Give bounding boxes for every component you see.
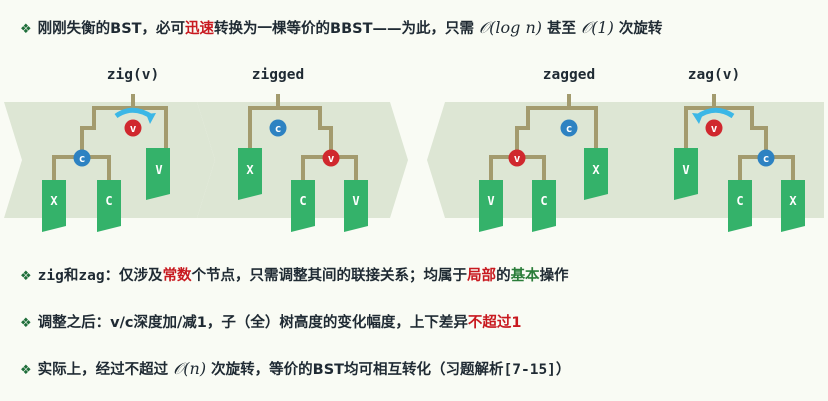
label-zag: zag(v) bbox=[687, 67, 741, 83]
diamond-bullet-icon: ❖ bbox=[20, 269, 32, 284]
rotation-diagram: V X C v c X C V c v X V C c v V C X v c bbox=[4, 94, 824, 232]
node-v-label: v bbox=[514, 152, 521, 165]
node-c-label: c bbox=[763, 152, 770, 165]
leaf-label-C: C bbox=[299, 194, 306, 208]
leaf-label-V: V bbox=[352, 194, 359, 208]
node-v-label: v bbox=[711, 122, 718, 135]
node-c-label: c bbox=[79, 152, 86, 165]
label-zig: zig(v) bbox=[106, 67, 160, 83]
leaf-label-V: V bbox=[487, 194, 494, 208]
leaf-label-V: V bbox=[155, 163, 162, 177]
leaf-label-X: X bbox=[789, 194, 797, 208]
node-v-label: v bbox=[328, 152, 335, 165]
bullet-line-1: ❖ 刚刚失衡的BST，必可迅速转换为一棵等价的BBST——为此，只需 𝒪(log … bbox=[20, 18, 662, 40]
leaf-label-C: C bbox=[105, 194, 112, 208]
leaf-label-C: C bbox=[540, 194, 547, 208]
diamond-bullet-icon: ❖ bbox=[20, 363, 32, 378]
bullet-line-2: ❖ zig和zag：仅涉及常数个节点，只需调整其间的联接关系；均属于局部的基本操作 bbox=[20, 266, 569, 287]
leaf-label-X: X bbox=[50, 194, 58, 208]
label-zigged: zigged bbox=[251, 67, 305, 83]
node-v-label: v bbox=[130, 122, 137, 135]
leaf-label-V: V bbox=[682, 163, 689, 177]
bullet-line-3: ❖ 调整之后：v/c深度加/减1，子（全）树高度的变化幅度，上下差异不超过1 bbox=[20, 313, 521, 334]
label-zagged: zagged bbox=[542, 67, 596, 83]
diamond-bullet-icon: ❖ bbox=[20, 316, 32, 331]
leaf-label-X: X bbox=[592, 163, 600, 177]
bullet-line-4: ❖ 实际上，经过不超过 𝒪(n) 次旋转，等价的BST均可相互转化（习题解析[7-… bbox=[20, 359, 570, 381]
leaf-label-X: X bbox=[246, 163, 254, 177]
node-c-label: c bbox=[566, 122, 573, 135]
node-c-label: c bbox=[275, 122, 282, 135]
leaf-label-C: C bbox=[736, 194, 743, 208]
diamond-bullet-icon: ❖ bbox=[20, 22, 32, 37]
